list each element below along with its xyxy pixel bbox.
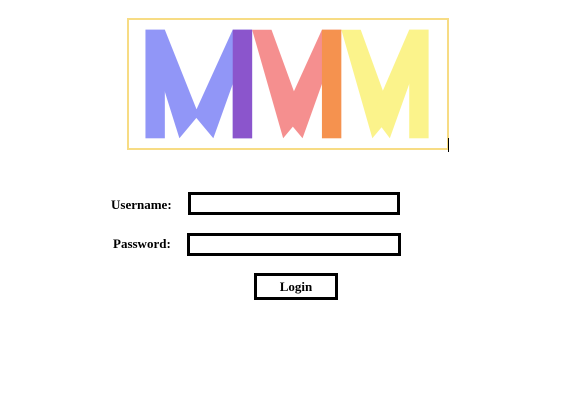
logo-banner bbox=[127, 18, 449, 150]
logo-letter-m-3 bbox=[341, 29, 429, 139]
logo-letter-m-2 bbox=[232, 29, 342, 139]
text-cursor bbox=[448, 138, 449, 152]
mmm-logo bbox=[145, 29, 429, 139]
username-field[interactable] bbox=[188, 192, 400, 215]
password-field[interactable] bbox=[187, 233, 401, 256]
login-button[interactable]: Login bbox=[254, 273, 338, 300]
username-label: Username: bbox=[111, 197, 172, 212]
password-label: Password: bbox=[113, 236, 171, 251]
